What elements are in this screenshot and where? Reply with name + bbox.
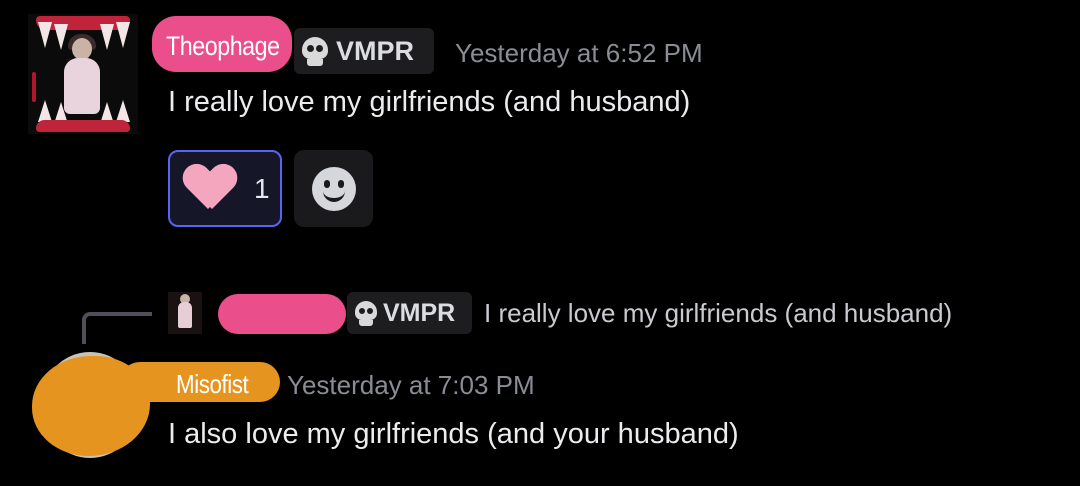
redacted-reply-author [218,294,346,334]
avatar-theophage[interactable] [28,14,138,134]
message-timestamp[interactable]: Yesterday at 6:52 PM [455,38,703,69]
avatar-gum-bottom [36,120,130,132]
reply-avatar[interactable] [168,292,202,334]
reply-connector-line [82,312,152,344]
avatar-fang [116,22,130,48]
avatar-fang [116,100,130,122]
skull-icon [355,300,377,326]
skull-icon [302,36,328,66]
add-reaction-button[interactable] [294,150,373,227]
role-tag-label: VMPR [336,35,415,66]
avatar-fang [38,100,52,122]
reply-role-tag[interactable]: VMPR [347,292,472,334]
reply-preview-text[interactable]: I really love my girlfriends (and husban… [484,298,952,329]
message-content: I really love my girlfriends (and husban… [168,86,691,118]
message-timestamp[interactable]: Yesterday at 7:03 PM [287,370,535,401]
avatar-fang [54,24,68,50]
reaction-heart-button[interactable]: 1 [168,150,282,227]
avatar-fang [38,22,52,48]
reply-role-tag-label: VMPR [383,298,456,327]
message-content: I also love my girlfriends (and your hus… [168,418,739,450]
avatar-fang [100,24,114,50]
avatar-figure-head [72,38,92,60]
pink-heart-icon [184,165,236,213]
role-tag[interactable]: VMPR [294,28,434,74]
author-name[interactable]: Misofist [176,369,249,400]
avatar-figure-dress [64,58,100,114]
avatar-blood [32,72,36,102]
reaction-count: 1 [254,172,270,204]
author-name[interactable]: Theophage [166,31,280,62]
smiley-face-icon [311,166,356,211]
